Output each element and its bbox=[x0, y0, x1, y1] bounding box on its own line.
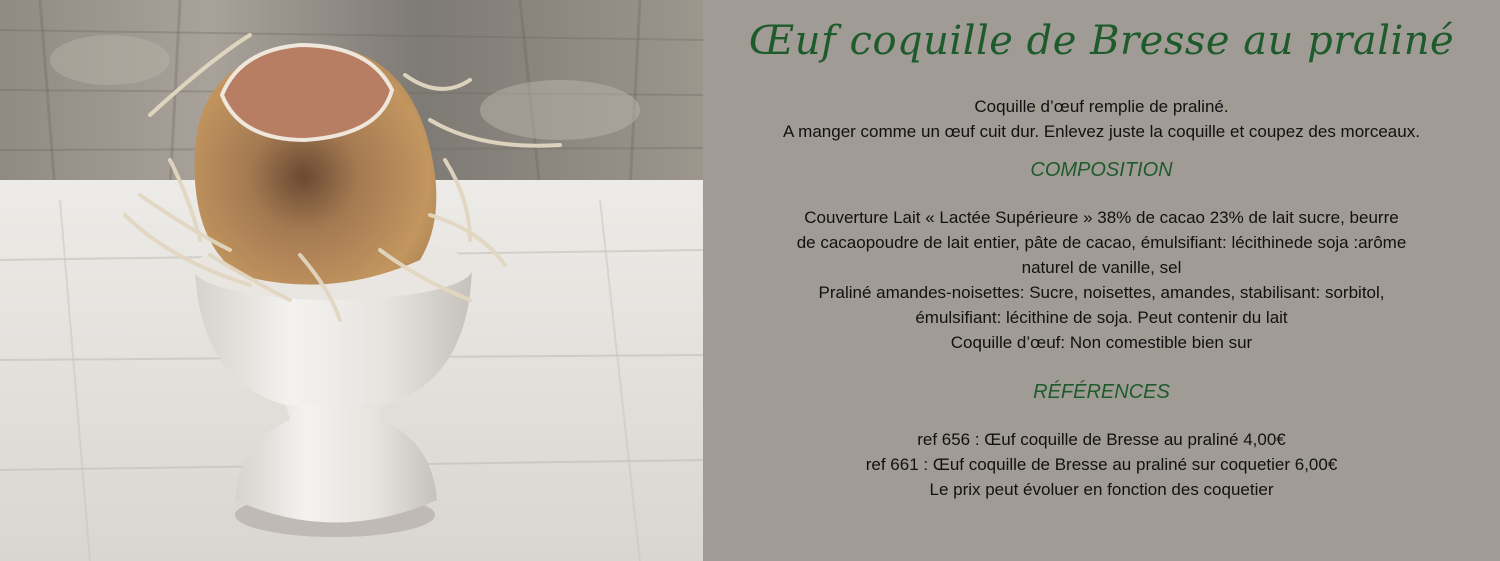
product-card: Œuf coquille de Bresse au praliné Coquil… bbox=[0, 0, 1500, 561]
intro-line: A manger comme un œuf cuit dur. Enlevez … bbox=[783, 122, 1420, 141]
references-heading: RÉFÉRENCES bbox=[1033, 381, 1170, 403]
intro-text: Coquille d’œuf remplie de praliné. A man… bbox=[709, 94, 1494, 144]
composition-line: de cacaopoudre de lait entier, pâte de c… bbox=[796, 233, 1407, 252]
reference-line: ref 656 : Œuf coquille de Bresse au pral… bbox=[917, 430, 1286, 449]
composition-text: Couverture Lait « Lactée Supérieure » 38… bbox=[709, 205, 1494, 355]
egg-in-cup-illustration bbox=[0, 0, 703, 561]
composition-line: Couverture Lait « Lactée Supérieure » 38… bbox=[804, 208, 1399, 227]
composition-line: naturel de vanille, sel bbox=[1021, 258, 1182, 277]
reference-line: Le prix peut évoluer en fonction des coq… bbox=[929, 480, 1274, 499]
composition-line: Coquille d’œuf: Non comestible bien sur bbox=[950, 333, 1253, 352]
product-photo bbox=[0, 0, 703, 561]
reference-line: ref 661 : Œuf coquille de Bresse au pral… bbox=[865, 455, 1338, 474]
product-description-panel: Œuf coquille de Bresse au praliné Coquil… bbox=[703, 0, 1500, 561]
composition-line: émulsifiant: lécithine de soja. Peut con… bbox=[915, 308, 1288, 327]
intro-line: Coquille d’œuf remplie de praliné. bbox=[974, 97, 1229, 116]
product-title: Œuf coquille de Bresse au praliné bbox=[748, 18, 1455, 64]
references-text: ref 656 : Œuf coquille de Bresse au pral… bbox=[709, 427, 1494, 502]
composition-heading: COMPOSITION bbox=[1030, 159, 1173, 181]
composition-line: Praliné amandes-noisettes: Sucre, noiset… bbox=[818, 283, 1385, 302]
